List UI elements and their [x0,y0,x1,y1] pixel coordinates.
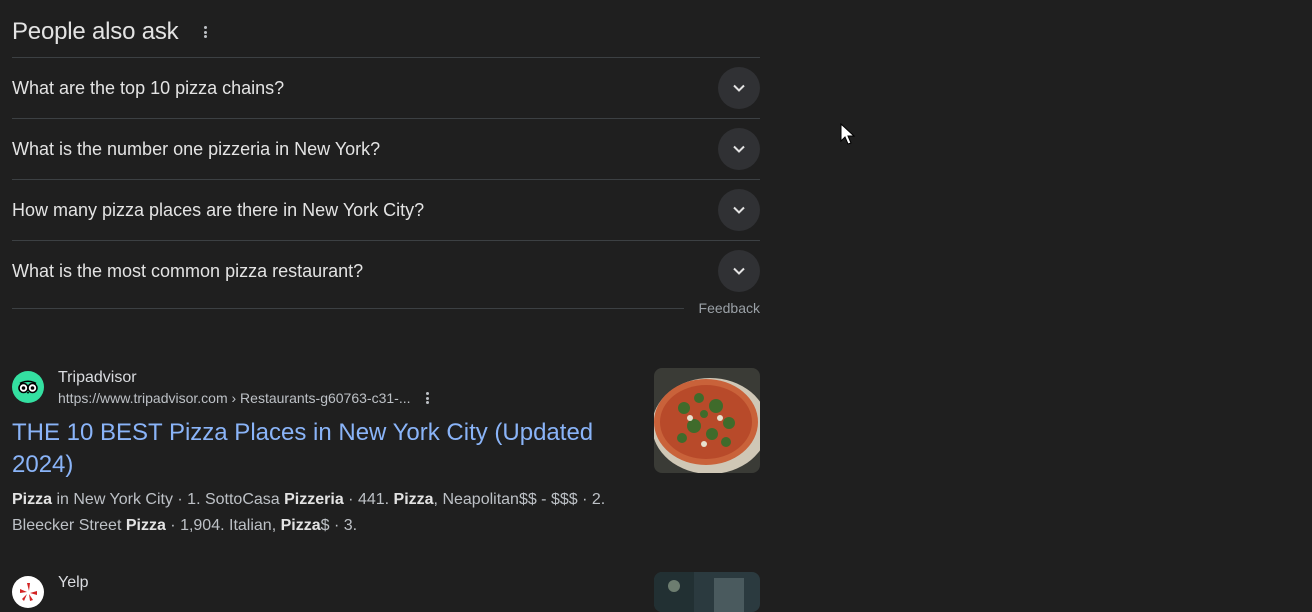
result-site-name: Tripadvisor [58,369,137,386]
people-also-ask-title: People also ask [12,18,179,45]
result-title-link[interactable]: THE 10 BEST Pizza Places in New York Cit… [12,417,622,481]
paa-question-text: What are the top 10 pizza chains? [12,77,285,98]
more-options-icon[interactable] [422,390,433,406]
search-result: Yelp [12,573,760,608]
tripadvisor-owl-icon [12,371,44,403]
result-thumbnail[interactable] [654,572,760,612]
paa-question-text: What is the most common pizza restaurant… [12,260,364,281]
people-also-ask-header: People also ask [12,14,213,50]
snippet-text: in New York City · 1. SottoCasa [52,491,285,508]
snippet-text: · 1,904. Italian, [165,517,281,534]
chevron-down-icon [733,206,745,214]
divider [12,308,684,309]
snippet-text: · 441. [343,491,394,508]
search-result: Tripadvisor https://www.tripadvisor.com … [12,368,760,539]
result-source[interactable]: Yelp [12,573,760,608]
result-url: https://www.tripadvisor.com › Restaurant… [58,390,411,406]
people-also-ask-list: What are the top 10 pizza chains? What i… [12,57,760,301]
paa-question-row[interactable]: What is the most common pizza restaurant… [12,240,760,301]
paa-question-text: How many pizza places are there in New Y… [12,199,425,220]
result-thumbnail[interactable] [654,368,760,473]
snippet-highlight: Pizza [280,517,321,534]
result-site-name: Yelp [58,574,89,591]
paa-question-row[interactable]: What is the number one pizzeria in New Y… [12,118,760,179]
more-options-icon[interactable] [198,22,213,42]
snippet-highlight: Pizzeria [284,491,344,508]
paa-question-row[interactable]: What are the top 10 pizza chains? [12,57,760,118]
result-source[interactable]: Tripadvisor https://www.tripadvisor.com … [12,368,760,408]
paa-question-row[interactable]: How many pizza places are there in New Y… [12,179,760,240]
chevron-down-icon [733,145,745,153]
snippet-highlight: Pizza [12,491,53,508]
mouse-cursor-icon [840,123,856,145]
paa-question-text: What is the number one pizzeria in New Y… [12,138,381,159]
expand-button[interactable] [718,250,760,292]
chevron-down-icon [733,84,745,92]
snippet-highlight: Pizza [393,491,434,508]
expand-button[interactable] [718,128,760,170]
feedback-link[interactable]: Feedback [699,300,760,316]
chevron-down-icon [733,267,745,275]
result-snippet: Pizza in New York City · 1. SottoCasa Pi… [12,487,622,539]
snippet-highlight: Pizza [125,517,166,534]
expand-button[interactable] [718,67,760,109]
expand-button[interactable] [718,189,760,231]
yelp-burst-icon [12,576,44,608]
snippet-text: $ · 3. [320,517,358,534]
